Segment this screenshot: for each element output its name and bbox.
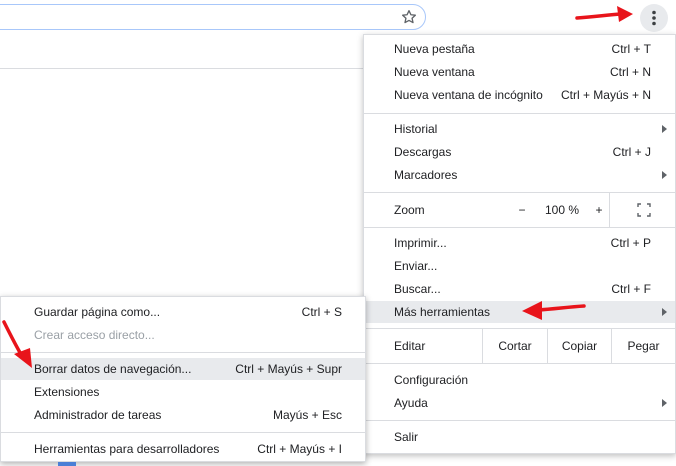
menu-item-shortcut: Ctrl + F bbox=[611, 282, 651, 296]
zoom-in-button[interactable]: + bbox=[589, 193, 609, 227]
menu-item-new-tab[interactable]: Nueva pestaña Ctrl + T bbox=[364, 38, 675, 60]
submenu-item-extensions[interactable]: Extensiones bbox=[1, 381, 365, 403]
menu-item-label: Imprimir... bbox=[394, 236, 447, 250]
submenu-item-developer-tools[interactable]: Herramientas para desarrolladores Ctrl +… bbox=[1, 438, 365, 460]
menu-item-label: Nueva ventana de incógnito bbox=[394, 88, 543, 102]
menu-item-exit[interactable]: Salir bbox=[364, 426, 675, 448]
menu-item-bookmarks[interactable]: Marcadores bbox=[364, 164, 675, 186]
submenu-item-shortcut: Ctrl + Mayús + Supr bbox=[235, 362, 342, 376]
browser-menu-button[interactable] bbox=[640, 4, 668, 32]
menu-item-shortcut: Ctrl + N bbox=[609, 65, 651, 79]
submenu-item-task-manager[interactable]: Administrador de tareas Mayús + Esc bbox=[1, 404, 365, 426]
red-arrow-icon bbox=[575, 6, 633, 22]
menu-item-incognito[interactable]: Nueva ventana de incógnito Ctrl + Mayús … bbox=[364, 84, 675, 106]
submenu-item-create-shortcut: Crear acceso directo... bbox=[1, 324, 365, 346]
paste-button[interactable]: Pegar bbox=[611, 329, 675, 363]
menu-item-label: Historial bbox=[394, 122, 438, 136]
submenu-item-save-page[interactable]: Guardar página como... Ctrl + S bbox=[1, 301, 365, 323]
menu-item-label: Marcadores bbox=[394, 168, 458, 182]
zoom-level: 100 % bbox=[544, 203, 580, 217]
address-bar[interactable] bbox=[0, 4, 426, 30]
menu-item-label: Descargas bbox=[394, 145, 452, 159]
red-arrow-icon bbox=[2, 320, 32, 368]
submenu-item-shortcut: Ctrl + S bbox=[301, 305, 342, 319]
menu-item-label: Configuración bbox=[394, 373, 469, 387]
red-arrow-icon bbox=[522, 301, 586, 320]
more-tools-submenu: Guardar página como... Ctrl + S Crear ac… bbox=[0, 296, 366, 462]
submenu-item-label: Administrador de tareas bbox=[34, 408, 162, 422]
submenu-arrow-icon bbox=[662, 308, 667, 316]
submenu-arrow-icon bbox=[662, 399, 667, 407]
copy-button[interactable]: Copiar bbox=[547, 329, 611, 363]
zoom-row: Zoom − 100 % + bbox=[364, 193, 675, 227]
menu-separator bbox=[364, 227, 675, 228]
menu-item-label: Salir bbox=[394, 430, 419, 444]
menu-item-help[interactable]: Ayuda bbox=[364, 392, 675, 414]
zoom-out-button[interactable]: − bbox=[512, 193, 532, 227]
page-image-fragment bbox=[58, 462, 76, 466]
menu-item-shortcut: Ctrl + P bbox=[610, 236, 651, 250]
menu-item-label: Nueva pestaña bbox=[394, 42, 475, 56]
menu-item-label: Enviar... bbox=[394, 259, 438, 273]
submenu-item-label: Guardar página como... bbox=[34, 305, 161, 319]
page-divider bbox=[0, 68, 364, 69]
menu-item-history[interactable]: Historial bbox=[364, 118, 675, 140]
three-dots-vertical-icon bbox=[652, 10, 656, 26]
submenu-item-label: Borrar datos de navegación... bbox=[34, 362, 192, 376]
submenu-item-label: Herramientas para desarrolladores bbox=[34, 442, 220, 456]
submenu-item-shortcut: Ctrl + Mayús + I bbox=[257, 442, 342, 456]
menu-item-cast[interactable]: Enviar... bbox=[364, 255, 675, 277]
menu-item-label: Buscar... bbox=[394, 282, 441, 296]
browser-main-menu: Nueva pestaña Ctrl + T Nueva ventana Ctr… bbox=[363, 34, 676, 454]
edit-row: Editar Cortar Copiar Pegar bbox=[364, 329, 675, 363]
submenu-item-shortcut: Mayús + Esc bbox=[272, 408, 342, 422]
zoom-label: Zoom bbox=[394, 203, 425, 217]
menu-item-label: Ayuda bbox=[394, 396, 428, 410]
zoom-divider bbox=[609, 193, 610, 227]
menu-item-print[interactable]: Imprimir... Ctrl + P bbox=[364, 232, 675, 254]
submenu-item-clear-browsing-data[interactable]: Borrar datos de navegación... Ctrl + May… bbox=[1, 358, 365, 380]
menu-item-label: Más herramientas bbox=[394, 305, 491, 319]
submenu-item-label: Extensiones bbox=[34, 385, 100, 399]
menu-item-shortcut: Ctrl + Mayús + N bbox=[560, 88, 651, 102]
submenu-arrow-icon bbox=[662, 171, 667, 179]
menu-item-new-window[interactable]: Nueva ventana Ctrl + N bbox=[364, 61, 675, 83]
menu-separator bbox=[364, 363, 675, 364]
menu-item-shortcut: Ctrl + T bbox=[611, 42, 651, 56]
menu-item-label: Nueva ventana bbox=[394, 65, 475, 79]
submenu-arrow-icon bbox=[662, 125, 667, 133]
submenu-item-label: Crear acceso directo... bbox=[34, 328, 155, 342]
fullscreen-icon[interactable] bbox=[637, 203, 651, 217]
menu-separator bbox=[364, 113, 675, 114]
submenu-separator bbox=[1, 432, 365, 433]
cut-button[interactable]: Cortar bbox=[482, 329, 547, 363]
menu-item-settings[interactable]: Configuración bbox=[364, 369, 675, 391]
menu-separator bbox=[364, 420, 675, 421]
bookmark-star-icon[interactable] bbox=[401, 9, 417, 25]
submenu-separator bbox=[1, 352, 365, 353]
edit-label: Editar bbox=[394, 339, 426, 353]
menu-item-shortcut: Ctrl + J bbox=[612, 145, 651, 159]
menu-item-downloads[interactable]: Descargas Ctrl + J bbox=[364, 141, 675, 163]
